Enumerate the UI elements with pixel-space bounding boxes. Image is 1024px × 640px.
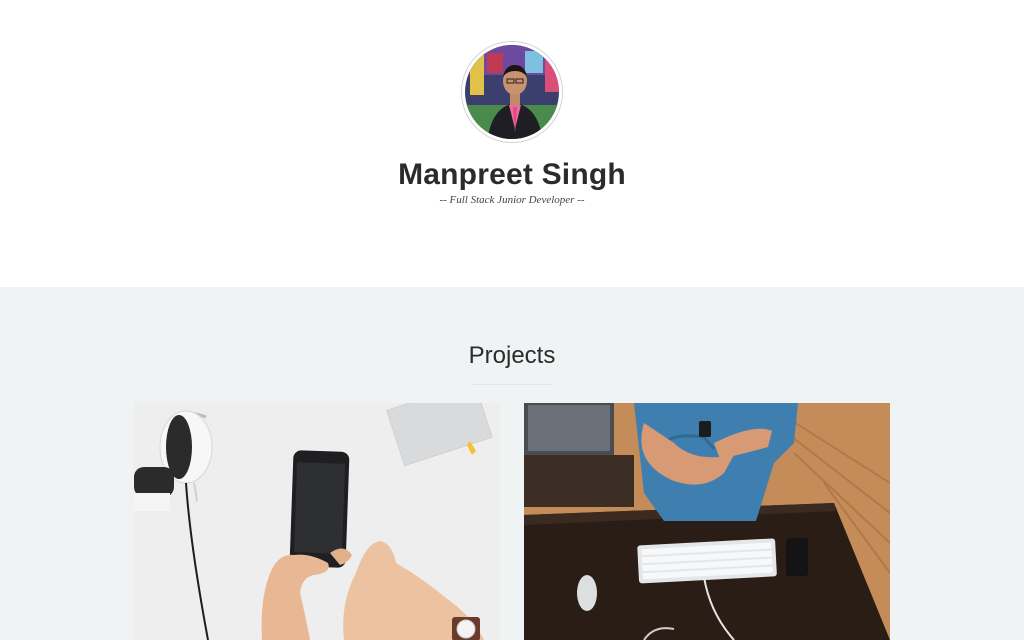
project-card-1[interactable] (134, 403, 500, 640)
profile-tagline: -- Full Stack Junior Developer -- (439, 194, 585, 206)
projects-title: Projects (468, 342, 556, 369)
desk-keyboard-photo (524, 403, 890, 640)
avatar (462, 42, 562, 142)
headphones-phone-photo (134, 403, 500, 640)
profile-name: Manpreet Singh (398, 158, 626, 191)
profile-header: Manpreet Singh -- Full Stack Junior Deve… (0, 0, 1024, 287)
project-card-2[interactable] (524, 403, 890, 640)
projects-section: Projects (0, 287, 1024, 640)
title-divider (472, 384, 552, 385)
